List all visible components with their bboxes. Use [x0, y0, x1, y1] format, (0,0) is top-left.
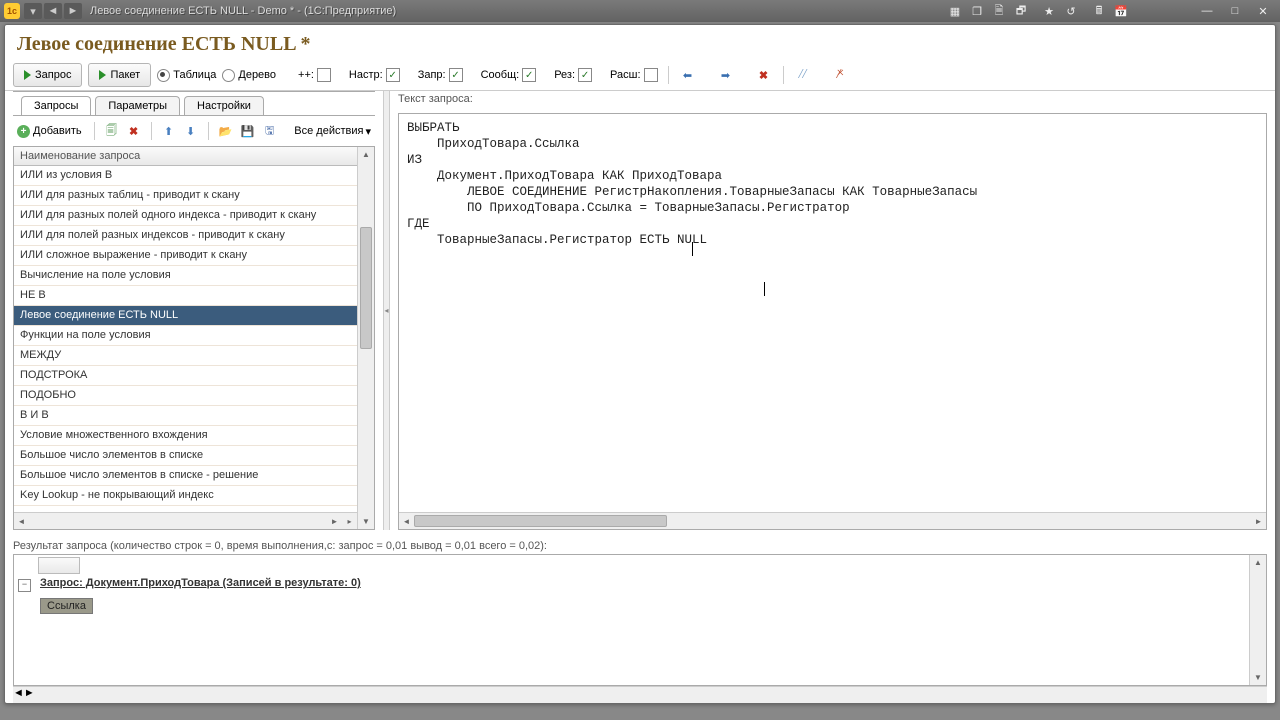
close-button[interactable]: ✕	[1250, 3, 1276, 19]
opt-zapr[interactable]: Запр:✓	[418, 68, 463, 82]
delete-icon[interactable]: ✖	[125, 122, 143, 140]
save-icon[interactable]: 💾	[239, 122, 257, 140]
nav-forward[interactable]: ►	[64, 3, 82, 19]
list-item[interactable]: Большое число элементов в списке - решен…	[14, 466, 357, 486]
result-header-cell[interactable]	[38, 557, 80, 574]
list-item[interactable]: ИЛИ для полей разных индексов - приводит…	[14, 226, 357, 246]
workspace: Левое соединение ЕСТЬ NULL * Запрос Паке…	[4, 24, 1276, 704]
list-item[interactable]: ИЛИ для разных полей одного индекса - пр…	[14, 206, 357, 226]
run-query-button[interactable]: Запрос	[13, 63, 82, 87]
list-item[interactable]: Большое число элементов в списке	[14, 446, 357, 466]
result-label: Результат запроса (количество строк = 0,…	[13, 538, 1267, 554]
list-header[interactable]: Наименование запроса	[14, 147, 357, 166]
calendar-icon[interactable]: 📅	[1111, 3, 1131, 19]
move-down-icon[interactable]: ⬇	[182, 122, 200, 140]
left-panel: Запросы Параметры Настройки + Добавить 🗐…	[13, 91, 375, 530]
add-button[interactable]: + Добавить	[13, 121, 86, 141]
titlebar-icon-1[interactable]: ▦	[945, 3, 965, 19]
list-item[interactable]: НЕ В	[14, 286, 357, 306]
query-editor[interactable]: ВЫБРАТЬ ПриходТовара.Ссылка ИЗ Документ.…	[399, 114, 1266, 512]
nav-back[interactable]: ◄	[44, 3, 62, 19]
tree-collapse-icon[interactable]: −	[18, 579, 31, 592]
list-item[interactable]: Key Lookup - не покрывающий индекс	[14, 486, 357, 506]
list-item[interactable]: Условие множественного вхождения	[14, 426, 357, 446]
list-item[interactable]: МЕЖДУ	[14, 346, 357, 366]
titlebar-icon-2[interactable]: ❐	[967, 3, 987, 19]
result-vscroll[interactable]: ▲▼	[1249, 555, 1266, 685]
clear-icon[interactable]: ✖	[755, 66, 773, 84]
result-hscroll[interactable]: ◄►	[13, 686, 1267, 703]
history-icon[interactable]: ↺	[1061, 3, 1081, 19]
window-titlebar: 1c ▾ ◄ ► Левое соединение ЕСТЬ NULL - De…	[0, 0, 1280, 22]
list-item[interactable]: ИЛИ для разных таблиц - приводит к скану	[14, 186, 357, 206]
query-text-label: Текст запроса:	[398, 91, 1267, 113]
view-tree-radio[interactable]: Дерево	[222, 69, 276, 82]
main-toolbar: Запрос Пакет Таблица Дерево ++: Настр:✓ …	[5, 60, 1275, 91]
list-item[interactable]: ПОДСТРОКА	[14, 366, 357, 386]
result-grid[interactable]: − Запрос: Документ.ПриходТовара (Записей…	[14, 555, 1249, 685]
right-panel: Текст запроса: ВЫБРАТЬ ПриходТовара.Ссыл…	[398, 91, 1267, 530]
play-icon	[99, 70, 106, 80]
list-item[interactable]: ИЛИ сложное выражение - приводит к скану	[14, 246, 357, 266]
window-title: Левое соединение ЕСТЬ NULL - Demo * - (1…	[90, 5, 396, 17]
view-table-radio[interactable]: Таблица	[157, 69, 216, 82]
query-list: Наименование запроса ИЛИ из условия ВИЛИ…	[13, 146, 375, 530]
titlebar-icon-4[interactable]: 🗗	[1011, 3, 1031, 19]
opt-soobsh[interactable]: Сообщ:✓	[481, 68, 537, 82]
tab-settings[interactable]: Настройки	[184, 96, 264, 115]
all-actions-menu[interactable]: Все действия▾	[290, 125, 375, 138]
list-item[interactable]: В И В	[14, 406, 357, 426]
secondary-caret	[764, 282, 765, 296]
move-up-icon[interactable]: ⬆	[160, 122, 178, 140]
minimize-button[interactable]: —	[1194, 3, 1220, 19]
play-icon	[24, 70, 31, 80]
list-item[interactable]: Функции на поле условия	[14, 326, 357, 346]
opt-pes[interactable]: Рез:✓	[554, 68, 592, 82]
run-query-label: Запрос	[35, 69, 71, 81]
app-icon: 1c	[4, 3, 20, 19]
list-item[interactable]: ИЛИ из условия В	[14, 166, 357, 186]
run-batch-button[interactable]: Пакет	[88, 63, 151, 87]
page-title: Левое соединение ЕСТЬ NULL *	[5, 25, 1275, 60]
uncomment-icon[interactable]: /×	[830, 66, 848, 84]
opt-nastr[interactable]: Настр:✓	[349, 68, 400, 82]
tab-queries[interactable]: Запросы	[21, 96, 91, 115]
favorites-icon[interactable]: ★	[1039, 3, 1059, 19]
tab-params[interactable]: Параметры	[95, 96, 180, 115]
list-hscroll[interactable]: ◄►▸	[14, 512, 357, 529]
calculator-icon[interactable]: 🖩	[1089, 3, 1109, 19]
maximize-button[interactable]: □	[1222, 3, 1248, 19]
left-tabs: Запросы Параметры Настройки	[13, 92, 375, 115]
plus-icon: +	[17, 125, 30, 138]
nav-dropdown[interactable]: ▾	[24, 3, 42, 19]
prev-query-icon[interactable]: ⬅	[679, 66, 697, 84]
list-vscroll[interactable]: ▲ ▼	[357, 147, 374, 529]
list-item[interactable]: Левое соединение ЕСТЬ NULL	[14, 306, 357, 326]
load-icon[interactable]: 📂	[217, 122, 235, 140]
copy-icon[interactable]: 🗐	[103, 122, 121, 140]
next-query-icon[interactable]: ➡	[717, 66, 735, 84]
titlebar-icon-3[interactable]: 🗎	[989, 3, 1009, 19]
result-area: Результат запроса (количество строк = 0,…	[5, 534, 1275, 703]
splitter[interactable]: ◂	[383, 91, 390, 530]
list-item[interactable]: Вычисление на поле условия	[14, 266, 357, 286]
save-all-icon[interactable]: 🖫	[261, 122, 279, 140]
result-column-header[interactable]: Ссылка	[40, 598, 93, 614]
comment-icon[interactable]: //	[794, 66, 812, 84]
opt-plusplus[interactable]: ++:	[298, 68, 331, 82]
opt-rasch[interactable]: Расш:	[610, 68, 657, 82]
list-item[interactable]: ПОДОБНО	[14, 386, 357, 406]
run-batch-label: Пакет	[110, 69, 140, 81]
list-toolbar: + Добавить 🗐 ✖ ⬆ ⬇ 📂 💾 🖫 Все действия▾	[13, 116, 375, 146]
result-group-row[interactable]: Запрос: Документ.ПриходТовара (Записей в…	[40, 577, 361, 589]
editor-hscroll[interactable]: ◄►	[399, 512, 1266, 529]
